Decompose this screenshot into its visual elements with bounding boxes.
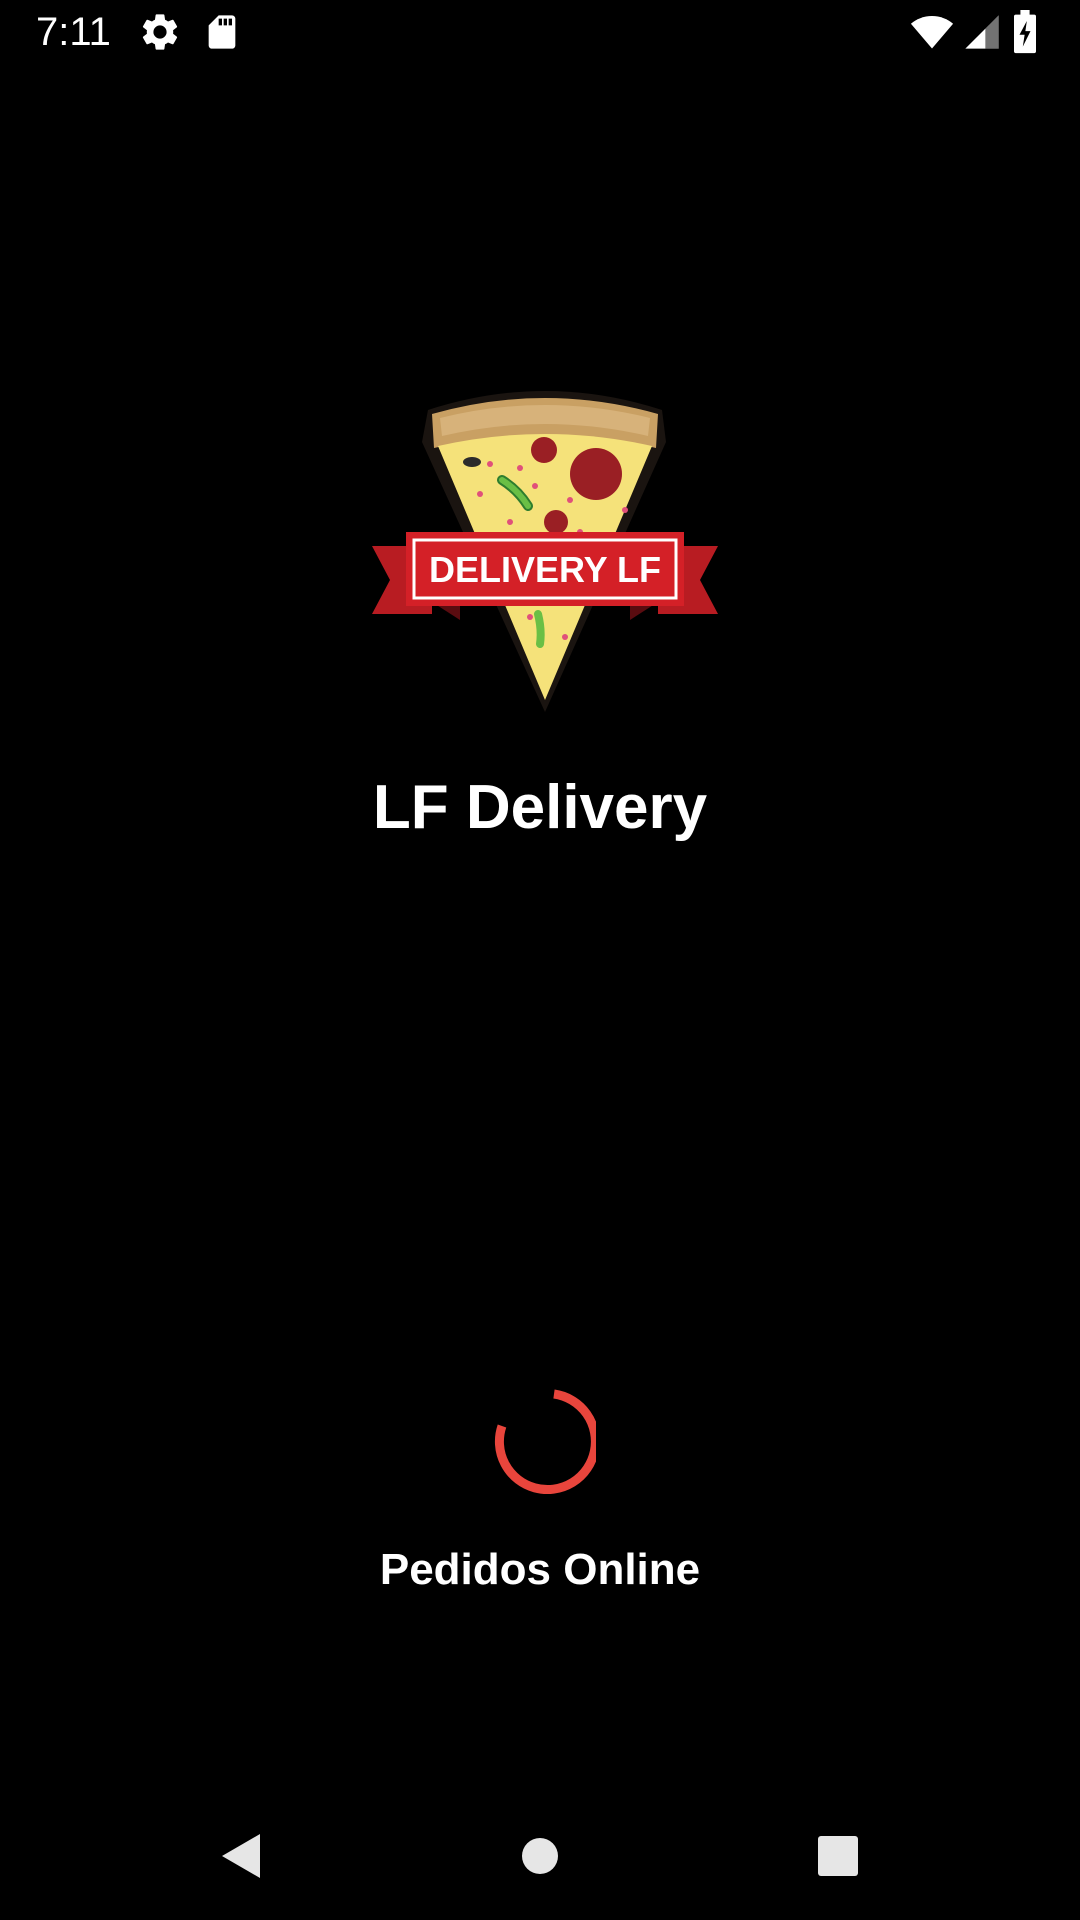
app-title: LF Delivery <box>372 773 708 842</box>
navigation-bar <box>0 1794 1080 1920</box>
delivery-lf-logo: DELIVERY LF <box>372 391 718 712</box>
subtitle: Pedidos Online <box>379 1545 701 1594</box>
battery-charging-icon <box>1014 10 1036 54</box>
recents-icon[interactable] <box>806 1824 870 1888</box>
logo-text: DELIVERY LF <box>429 549 661 590</box>
loading-spinner <box>494 1389 596 1495</box>
status-time: 7:11 <box>36 10 111 54</box>
sd-card-icon <box>208 15 236 49</box>
wifi-icon <box>910 16 954 49</box>
settings-icon <box>142 14 178 50</box>
status-bar: 7:11 <box>0 0 1080 63</box>
back-icon[interactable] <box>208 1824 272 1888</box>
home-icon[interactable] <box>508 1824 572 1888</box>
signal-icon <box>965 15 999 49</box>
